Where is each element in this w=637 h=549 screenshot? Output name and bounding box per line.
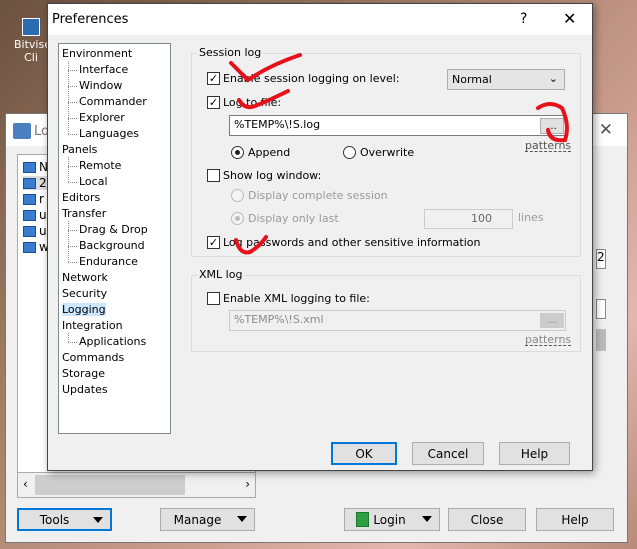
annotation-check-3 (234, 235, 268, 255)
annotation-check-1 (229, 53, 302, 83)
red-annotations (229, 53, 569, 255)
annotation-circle-browse (536, 102, 569, 143)
annotation-check-2 (237, 89, 290, 110)
